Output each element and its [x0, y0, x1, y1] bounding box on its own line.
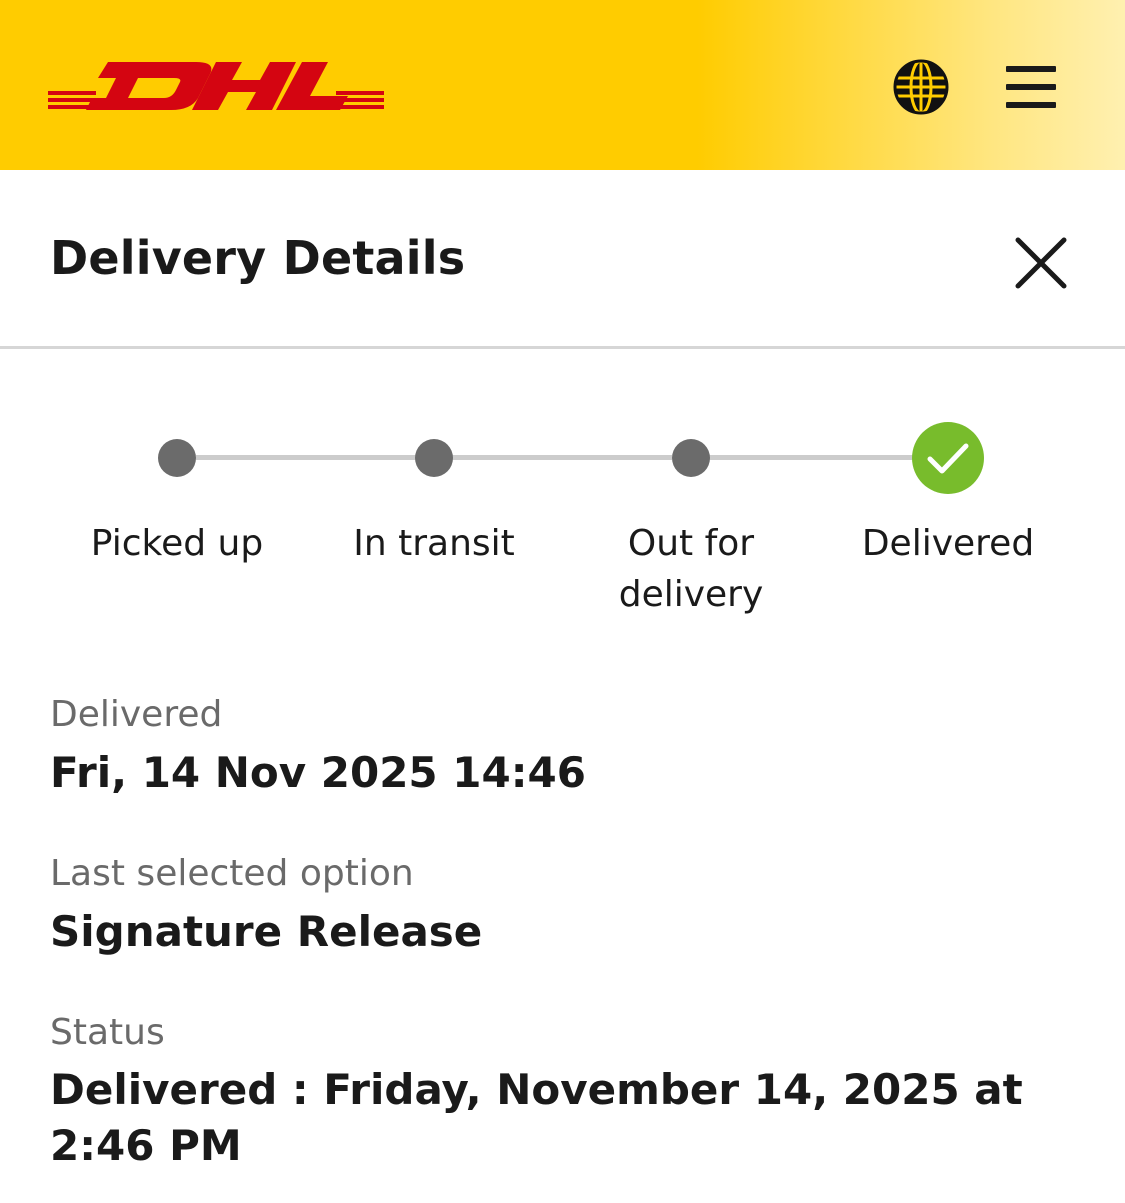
delivery-details-page: Delivery Details Picked up In transit Ou… — [0, 0, 1125, 1203]
step-dot-delivered — [912, 422, 984, 494]
progress-line — [196, 455, 416, 460]
globe-icon — [893, 59, 949, 115]
menu-bar — [1006, 102, 1056, 108]
dhl-logo[interactable] — [46, 62, 386, 112]
last-option-value: Signature Release — [50, 907, 483, 956]
checkmark-icon — [927, 443, 969, 474]
step-label-picked-up: Picked up — [90, 523, 264, 564]
top-bar — [0, 0, 1125, 170]
step-label-delivered: Delivered — [861, 523, 1035, 564]
step-dot-in-transit — [415, 439, 453, 477]
delivered-date: Fri, 14 Nov 2025 14:46 — [50, 748, 586, 797]
dhl-logo-mark — [48, 62, 384, 110]
progress-line — [452, 455, 672, 460]
menu-bar — [1006, 66, 1056, 72]
step-label-out-for-delivery: Out for delivery — [618, 523, 764, 615]
status-value: Delivered : Friday, November 14, 2025 at… — [50, 1065, 1023, 1170]
last-option-label: Last selected option — [50, 853, 414, 894]
delivered-label: Delivered — [50, 694, 223, 735]
language-button[interactable] — [892, 58, 950, 116]
step-dot-picked-up — [158, 439, 196, 477]
close-icon — [1015, 237, 1067, 289]
status-label: Status — [50, 1012, 165, 1053]
hamburger-menu-button[interactable] — [1006, 64, 1058, 110]
progress-line — [708, 455, 914, 460]
menu-bar — [1006, 84, 1056, 90]
header-divider — [0, 346, 1125, 349]
page-title: Delivery Details — [50, 231, 466, 285]
step-label-in-transit: In transit — [353, 523, 515, 564]
step-dot-out-for-delivery — [672, 439, 710, 477]
close-button[interactable] — [1012, 234, 1070, 292]
